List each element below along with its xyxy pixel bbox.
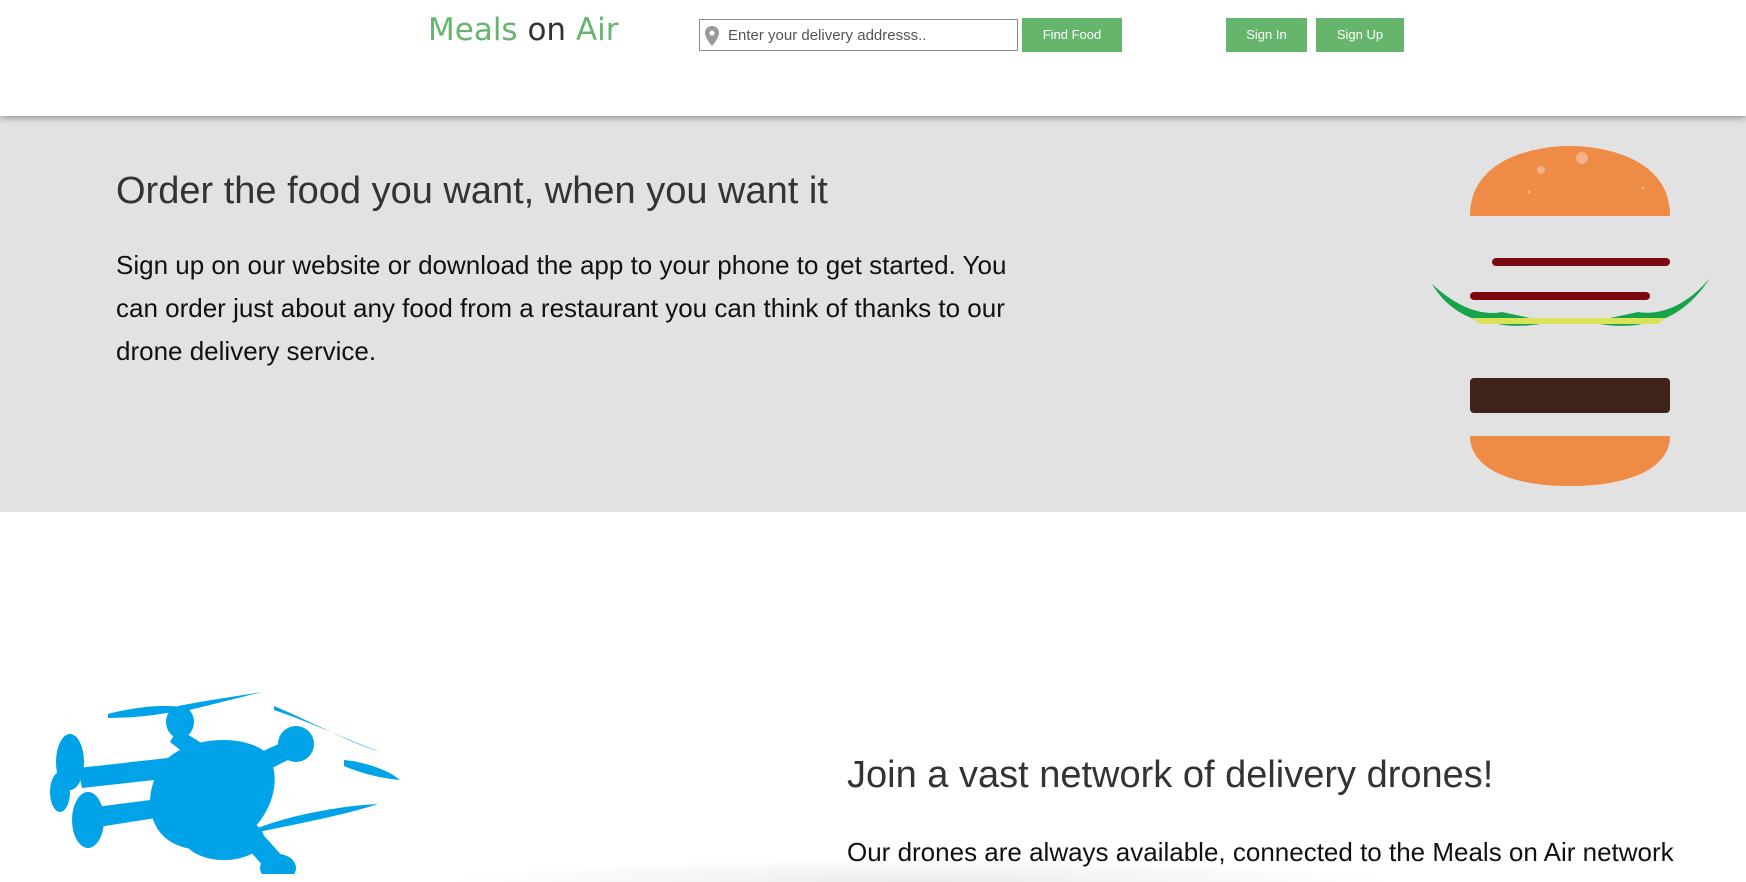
logo-word-on: on — [527, 12, 567, 48]
burger-cheese — [1472, 318, 1666, 324]
logo-word-air: Air — [575, 12, 619, 48]
hero-title: Order the food you want, when you want i… — [116, 170, 828, 212]
sesame-seed — [1641, 186, 1645, 190]
drone-illustration — [50, 692, 400, 874]
address-search-box — [699, 19, 1018, 51]
map-pin-icon — [705, 26, 719, 46]
sesame-seed — [1527, 190, 1531, 194]
burger-bottom-bun — [1470, 436, 1670, 486]
burger-patty — [1470, 378, 1670, 413]
burger-top-bun — [1470, 146, 1670, 216]
sign-in-button[interactable]: Sign In — [1226, 18, 1307, 52]
site-logo[interactable]: Meals on Air — [428, 11, 619, 49]
network-title: Join a vast network of delivery drones! — [847, 754, 1494, 796]
burger-illustration — [1432, 146, 1710, 486]
burger-onion-strip — [1470, 292, 1650, 300]
find-food-button[interactable]: Find Food — [1022, 18, 1122, 52]
burger-onion-strip — [1492, 258, 1670, 266]
sesame-seed — [1576, 152, 1588, 164]
hero-section: Order the food you want, when you want i… — [0, 116, 1746, 512]
sesame-seed — [1537, 166, 1545, 174]
section-divider-shadow — [440, 858, 1400, 882]
delivery-address-input[interactable] — [726, 20, 1014, 50]
sign-up-button[interactable]: Sign Up — [1316, 18, 1404, 52]
site-header: Meals on Air Find Food Sign In Sign Up — [0, 0, 1746, 116]
hero-description: Sign up on our website or download the a… — [116, 250, 1007, 366]
logo-word-meals: Meals — [428, 12, 518, 48]
